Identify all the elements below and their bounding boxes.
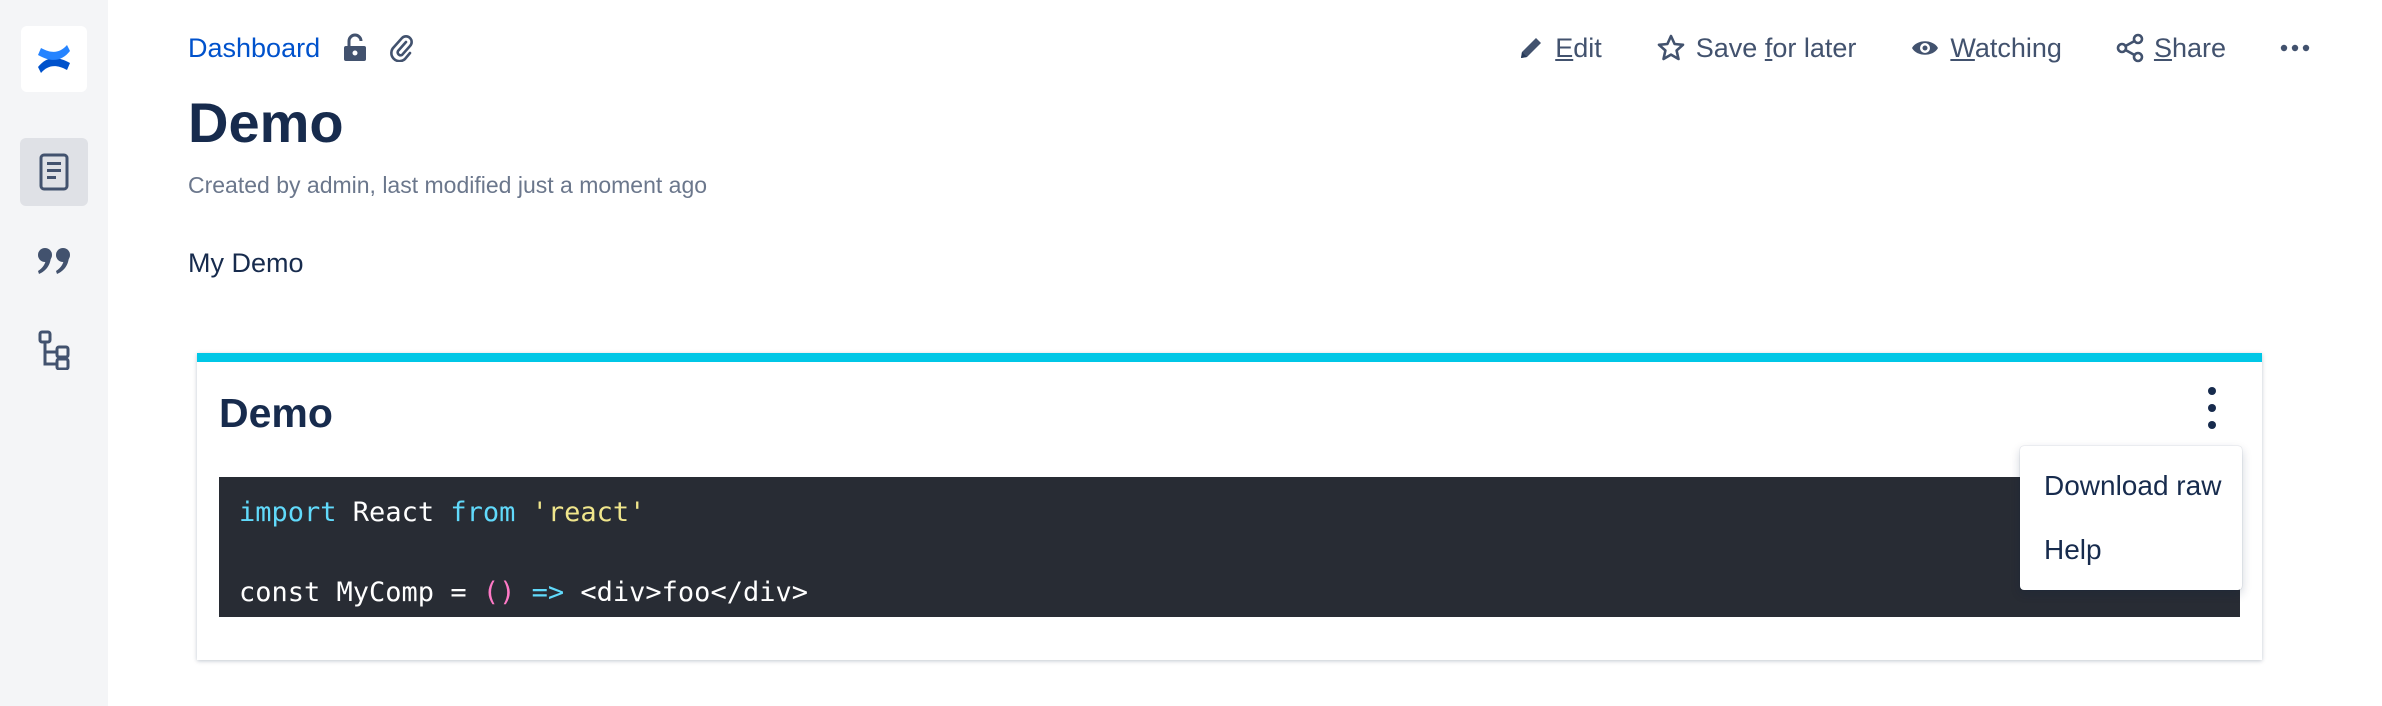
confluence-logo-icon[interactable] xyxy=(21,26,87,92)
star-icon xyxy=(1657,34,1685,61)
code-macro-panel: Demo import React from 'react' const MyC… xyxy=(197,353,2262,660)
panel-title: Demo xyxy=(219,390,333,436)
kebab-dot xyxy=(2208,421,2216,429)
page-body-text: My Demo xyxy=(188,248,304,278)
breadcrumb: Dashboard xyxy=(188,30,414,66)
share-label: Share xyxy=(2153,32,2226,63)
code-text: <div>foo</div> xyxy=(564,577,808,608)
panel-dropdown-menu: Download raw Help xyxy=(2020,446,2242,590)
code-keyword: import xyxy=(239,497,337,528)
sidebar-item-blog[interactable] xyxy=(20,227,88,295)
code-parens: () xyxy=(482,577,516,608)
page-actions: Edit Save for later Watching Share xyxy=(1517,28,2310,68)
page-title: Demo xyxy=(188,91,344,154)
code-text: const MyComp = xyxy=(239,577,483,608)
page-byline: Created by admin, last modified just a m… xyxy=(188,172,708,198)
code-block: import React from 'react' const MyComp =… xyxy=(219,477,2240,617)
quote-icon xyxy=(38,248,70,274)
edit-label: Edit xyxy=(1555,32,1602,63)
watching-label: Watching xyxy=(1950,32,2062,63)
unlock-icon[interactable] xyxy=(342,33,368,63)
sidebar xyxy=(0,0,108,706)
more-actions-button[interactable] xyxy=(2280,43,2310,53)
sidebar-item-page[interactable] xyxy=(20,138,88,206)
code-text: React xyxy=(336,497,451,528)
sidebar-item-page-tree[interactable] xyxy=(20,316,88,384)
more-horizontal-icon xyxy=(2280,44,2310,52)
share-icon xyxy=(2116,33,2144,63)
more-vertical-icon[interactable] xyxy=(2200,384,2224,432)
page-tree-icon xyxy=(38,330,70,370)
kebab-dot xyxy=(2208,404,2216,412)
save-for-later-label: Save for later xyxy=(1695,32,1857,63)
breadcrumb-dashboard-link[interactable]: Dashboard xyxy=(188,33,320,64)
edit-button[interactable]: Edit xyxy=(1517,33,1602,64)
share-button[interactable]: Share xyxy=(2116,33,2226,64)
page-icon xyxy=(39,153,69,191)
menu-item-download-raw[interactable]: Download raw xyxy=(2020,454,2242,518)
pencil-icon xyxy=(1521,38,1542,58)
kebab-dot xyxy=(2208,387,2216,395)
code-line: import React from 'react' xyxy=(239,493,2220,533)
watching-button[interactable]: Watching xyxy=(1910,33,2062,64)
attachment-icon[interactable] xyxy=(390,34,414,62)
save-for-later-button[interactable]: Save for later xyxy=(1656,32,1857,64)
code-arrow: => xyxy=(531,577,565,608)
code-keyword: from xyxy=(450,497,516,528)
code-string: 'react' xyxy=(531,497,646,528)
code-line: const MyComp = () => <div>foo</div> xyxy=(239,573,2220,613)
eye-icon xyxy=(1912,41,1939,55)
menu-item-help[interactable]: Help xyxy=(2020,518,2242,582)
